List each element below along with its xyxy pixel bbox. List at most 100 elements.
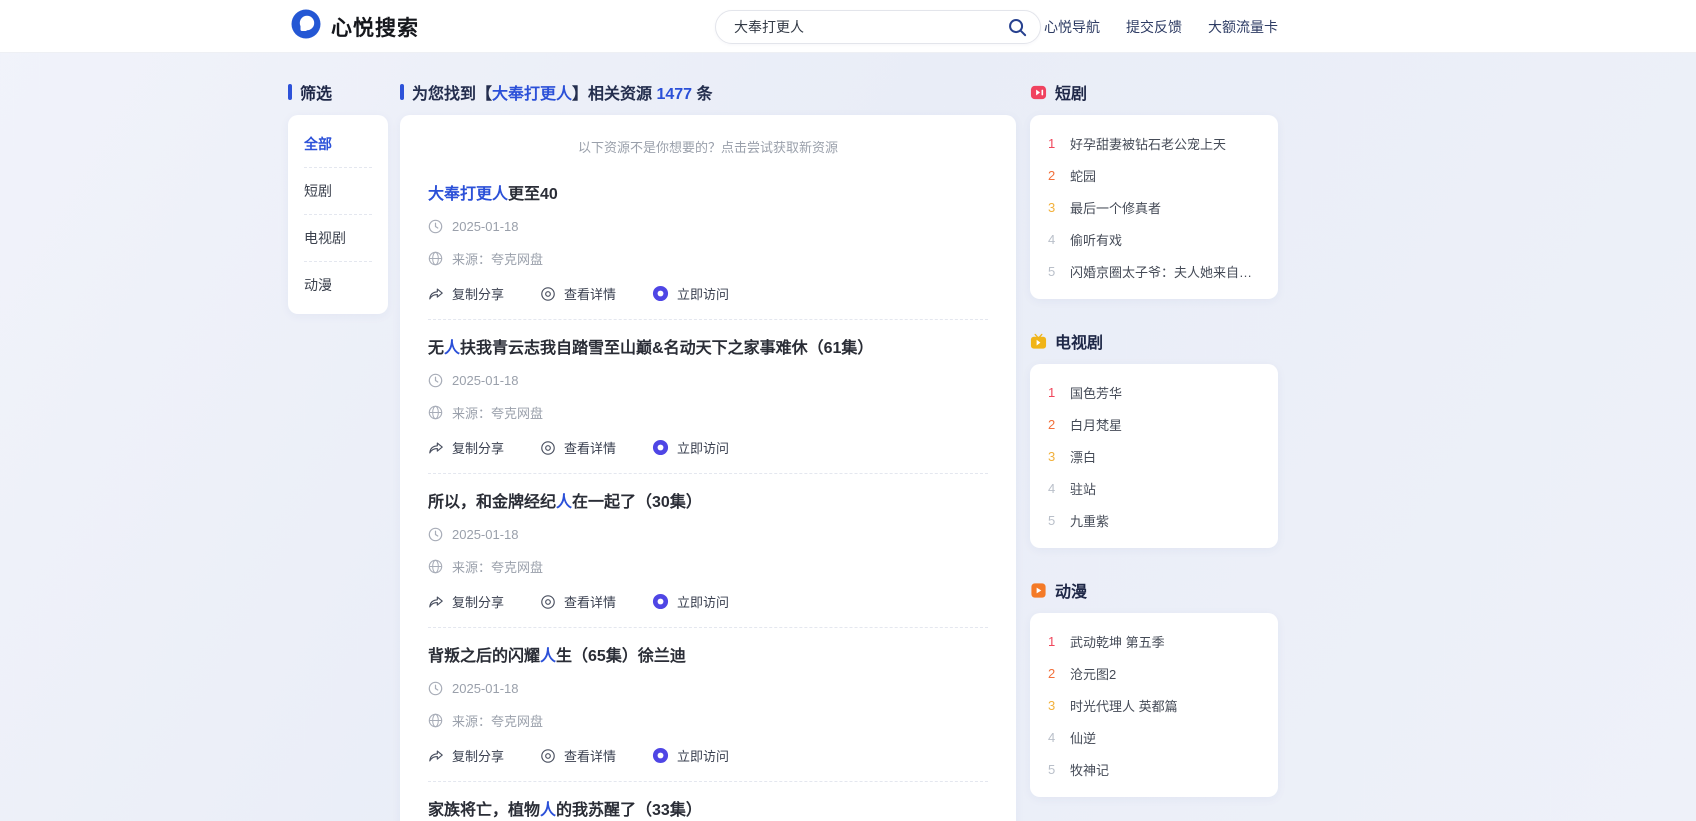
quark-disk-icon bbox=[652, 747, 669, 764]
clock-icon bbox=[428, 681, 443, 696]
result-item: 所以，和金牌经纪人在一起了（30集） 2025-01-18 来源：夸克网盘 复制… bbox=[428, 473, 988, 627]
ranking-item[interactable]: 3 时光代理人 英都篇 bbox=[1048, 689, 1260, 721]
ranking-item[interactable]: 5 牧神记 bbox=[1048, 753, 1260, 785]
ranking-section-anime: 动漫 1 武动乾坤 第五季 2 沧元图2 3 时光代理人 英都篇 4 仙逆 5 牧神记 bbox=[1030, 581, 1278, 797]
ranking-item[interactable]: 3 漂白 bbox=[1048, 440, 1260, 472]
heading-count: 1477 bbox=[656, 86, 693, 103]
view-detail-button[interactable]: 查看详情 bbox=[540, 438, 616, 457]
filter-item-shortdrama[interactable]: 短剧 bbox=[304, 167, 372, 214]
filter-item-tvseries[interactable]: 电视剧 bbox=[304, 214, 372, 261]
visit-now-button[interactable]: 立即访问 bbox=[652, 592, 729, 611]
result-title[interactable]: 大奉打更人更至40 bbox=[428, 180, 988, 204]
result-date: 2025-01-18 bbox=[428, 373, 988, 388]
quark-disk-icon bbox=[652, 285, 669, 302]
ranking-item[interactable]: 4 偷听有戏 bbox=[1048, 223, 1260, 255]
clock-icon bbox=[428, 527, 443, 542]
refresh-notice[interactable]: 以下资源不是你想要的？点击尝试获取新资源 bbox=[428, 131, 988, 166]
visit-now-button[interactable]: 立即访问 bbox=[652, 284, 729, 303]
result-date: 2025-01-18 bbox=[428, 527, 988, 542]
result-actions: 复制分享 查看详情 立即访问 bbox=[428, 746, 988, 765]
heading-keyword: 大奉打更人 bbox=[492, 86, 573, 103]
ranking-item[interactable]: 1 好孕甜妻被钻石老公宠上天 bbox=[1048, 127, 1260, 159]
visit-now-button[interactable]: 立即访问 bbox=[652, 438, 729, 457]
clock-icon bbox=[428, 219, 443, 234]
result-source: 来源：夸克网盘 bbox=[428, 711, 988, 730]
result-source: 来源：夸克网盘 bbox=[428, 403, 988, 422]
result-actions: 复制分享 查看详情 立即访问 bbox=[428, 284, 988, 303]
ranking-card: 1 国色芳华 2 白月梵星 3 漂白 4 驻站 5 九重紫 bbox=[1030, 364, 1278, 548]
ranking-heading: 电视剧 bbox=[1030, 332, 1278, 352]
results-heading: 为您找到【大奉打更人】相关资源 1477 条 bbox=[400, 83, 1016, 103]
filter-item-all[interactable]: 全部 bbox=[304, 121, 372, 167]
copy-share-button[interactable]: 复制分享 bbox=[428, 746, 504, 765]
ranking-item[interactable]: 2 沧元图2 bbox=[1048, 657, 1260, 689]
brand-logo[interactable]: 心悦搜索 bbox=[290, 0, 419, 53]
globe-icon bbox=[428, 559, 443, 574]
nav-link-feedback[interactable]: 提交反馈 bbox=[1126, 17, 1182, 37]
ranking-section-tvseries: 电视剧 1 国色芳华 2 白月梵星 3 漂白 4 驻站 5 九重紫 bbox=[1030, 332, 1278, 548]
result-date: 2025-01-18 bbox=[428, 219, 988, 234]
ranking-item[interactable]: 4 仙逆 bbox=[1048, 721, 1260, 753]
ranking-item[interactable]: 5 闪婚京圈太子爷：夫人她来自农村 bbox=[1048, 255, 1260, 287]
ranking-title: 电视剧 bbox=[1055, 335, 1104, 352]
eye-icon bbox=[541, 286, 555, 301]
result-item: 背叛之后的闪耀人生（65集）徐兰迪 2025-01-18 来源：夸克网盘 复制分… bbox=[428, 627, 988, 781]
ranking-card: 1 好孕甜妻被钻石老公宠上天 2 蛇园 3 最后一个修真者 4 偷听有戏 5 闪婚京圈太子… bbox=[1030, 115, 1278, 299]
result-item: 家族将亡，植物人的我苏醒了（33集） 2025-01-18 来源：夸克网盘 bbox=[428, 781, 988, 821]
result-title[interactable]: 家族将亡，植物人的我苏醒了（33集） bbox=[428, 796, 988, 820]
view-detail-button[interactable]: 查看详情 bbox=[540, 746, 616, 765]
result-item: 无人扶我青云志我自踏雪至山巅&名动天下之家事难休（61集） 2025-01-18… bbox=[428, 319, 988, 473]
ranking-item[interactable]: 2 蛇园 bbox=[1048, 159, 1260, 191]
tv-icon bbox=[1030, 333, 1047, 349]
ranking-heading: 动漫 bbox=[1030, 581, 1278, 601]
nav-link-data-card[interactable]: 大额流量卡 bbox=[1208, 17, 1278, 37]
ranking-section-shortdrama: 短剧 1 好孕甜妻被钻石老公宠上天 2 蛇园 3 最后一个修真者 4 偷听有戏 5 闪婚京… bbox=[1030, 83, 1278, 299]
eye-icon bbox=[541, 594, 555, 609]
ranking-item[interactable]: 5 九重紫 bbox=[1048, 504, 1260, 536]
filter-item-anime[interactable]: 动漫 bbox=[304, 261, 372, 308]
ranking-item[interactable]: 1 武动乾坤 第五季 bbox=[1048, 625, 1260, 657]
ranking-title: 动漫 bbox=[1055, 584, 1088, 601]
heading-bar-icon bbox=[400, 84, 404, 100]
view-detail-button[interactable]: 查看详情 bbox=[540, 592, 616, 611]
share-icon bbox=[429, 750, 443, 761]
ranking-item[interactable]: 1 国色芳华 bbox=[1048, 376, 1260, 408]
globe-icon bbox=[428, 713, 443, 728]
filter-heading: 筛选 bbox=[288, 83, 388, 103]
ranking-item[interactable]: 2 白月梵星 bbox=[1048, 408, 1260, 440]
heading-bar-icon bbox=[288, 84, 292, 100]
globe-icon bbox=[428, 405, 443, 420]
share-icon bbox=[429, 442, 443, 453]
search-input[interactable] bbox=[734, 19, 1004, 35]
copy-share-button[interactable]: 复制分享 bbox=[428, 592, 504, 611]
nav-link-navigation[interactable]: 心悦导航 bbox=[1044, 17, 1100, 37]
eye-icon bbox=[541, 440, 555, 455]
brand-name: 心悦搜索 bbox=[331, 16, 419, 40]
result-item: 大奉打更人更至40 2025-01-18 来源：夸克网盘 复制分享 查看详情 立… bbox=[428, 166, 988, 319]
result-source: 来源：夸克网盘 bbox=[428, 557, 988, 576]
result-title[interactable]: 无人扶我青云志我自踏雪至山巅&名动天下之家事难休（61集） bbox=[428, 334, 988, 358]
globe-icon bbox=[428, 251, 443, 266]
copy-share-button[interactable]: 复制分享 bbox=[428, 438, 504, 457]
result-actions: 复制分享 查看详情 立即访问 bbox=[428, 592, 988, 611]
ranking-card: 1 武动乾坤 第五季 2 沧元图2 3 时光代理人 英都篇 4 仙逆 5 牧神记 bbox=[1030, 613, 1278, 797]
quark-disk-icon bbox=[652, 593, 669, 610]
heading-prefix: 为您找到【 bbox=[412, 86, 493, 103]
view-detail-button[interactable]: 查看详情 bbox=[540, 284, 616, 303]
play-icon bbox=[1031, 582, 1046, 598]
result-date: 2025-01-18 bbox=[428, 681, 988, 696]
clock-icon bbox=[428, 373, 443, 388]
ranking-item[interactable]: 3 最后一个修真者 bbox=[1048, 191, 1260, 223]
result-title[interactable]: 所以，和金牌经纪人在一起了（30集） bbox=[428, 488, 988, 512]
copy-share-button[interactable]: 复制分享 bbox=[428, 284, 504, 303]
quark-disk-icon bbox=[652, 439, 669, 456]
result-title[interactable]: 背叛之后的闪耀人生（65集）徐兰迪 bbox=[428, 642, 988, 666]
video-icon bbox=[1030, 85, 1047, 99]
result-source: 来源：夸克网盘 bbox=[428, 249, 988, 268]
search-icon[interactable] bbox=[1004, 14, 1030, 40]
ranking-item[interactable]: 4 驻站 bbox=[1048, 472, 1260, 504]
ranking-heading: 短剧 bbox=[1030, 83, 1278, 103]
results-card: 以下资源不是你想要的？点击尝试获取新资源 大奉打更人更至40 2025-01-1… bbox=[400, 115, 1016, 821]
share-icon bbox=[429, 288, 443, 299]
visit-now-button[interactable]: 立即访问 bbox=[652, 746, 729, 765]
